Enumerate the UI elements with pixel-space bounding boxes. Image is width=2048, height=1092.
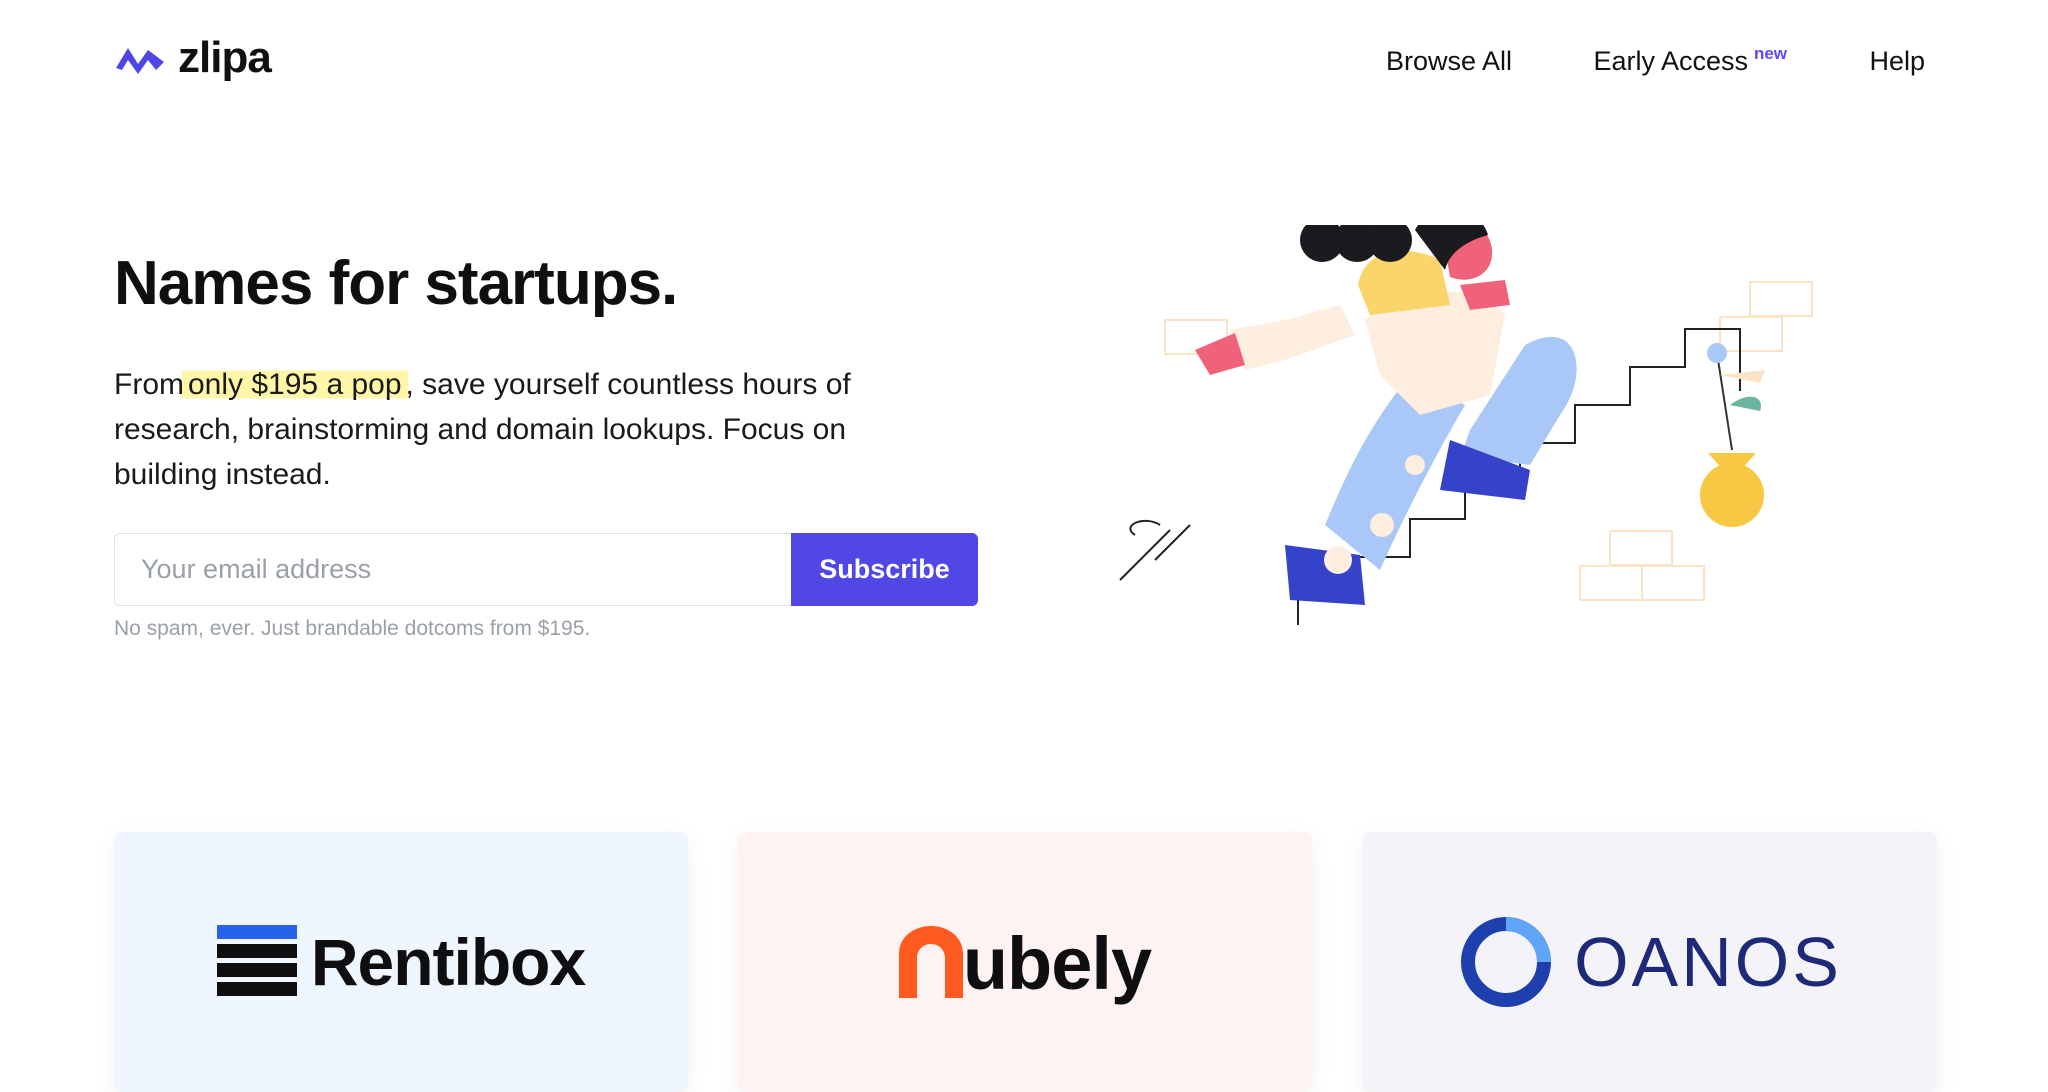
subscribe-button[interactable]: Subscribe (791, 533, 978, 606)
hero-title: Names for startups. (114, 249, 678, 318)
card-hubely[interactable]: ubely (738, 832, 1312, 1092)
zlipa-logo-icon (116, 48, 164, 74)
nav-early-access[interactable]: Early Access (1593, 46, 1748, 77)
price-highlight: only $195 a pop (182, 368, 408, 401)
hubely-logo: ubely (898, 922, 1152, 1006)
hero-lead: From only $195 a pop, save yourself count… (114, 362, 894, 497)
nav-help[interactable]: Help (1869, 46, 1925, 77)
card-oanos[interactable]: OANOS (1363, 832, 1937, 1092)
card-rentibox[interactable]: Rentibox (114, 832, 688, 1092)
oanos-wordmark: OANOS (1574, 923, 1842, 1001)
new-badge: new (1753, 44, 1787, 63)
rentibox-logo-icon (216, 925, 297, 996)
no-spam-note: No spam, ever. Just brandable dotcoms fr… (114, 617, 591, 640)
rentibox-logo: Rentibox (216, 924, 586, 1000)
email-input[interactable] (114, 533, 791, 606)
hero-illustration (1119, 225, 1813, 625)
logo[interactable]: zlipa (114, 33, 272, 82)
lead-before: From (114, 368, 184, 401)
hubely-h-icon (898, 926, 963, 998)
hubely-wordmark: ubely (962, 922, 1152, 1006)
logo-text: zlipa (178, 33, 272, 82)
oanos-logo: OANOS (1458, 914, 1842, 1010)
subscribe-form: Subscribe (114, 533, 978, 606)
rentibox-wordmark: Rentibox (310, 925, 586, 999)
nav-browse-all[interactable]: Browse All (1386, 46, 1512, 77)
oanos-ring-icon (1461, 917, 1552, 1007)
